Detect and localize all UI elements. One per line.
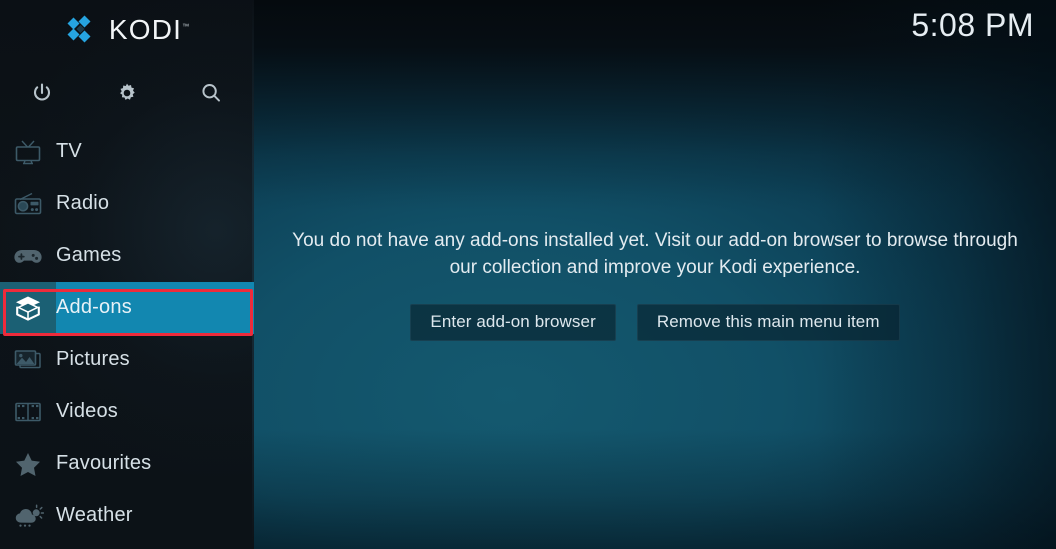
sidebar-item-tv[interactable]: TV bbox=[0, 126, 254, 178]
empty-state-message: You do not have any add-ons installed ye… bbox=[292, 230, 1018, 278]
search-button[interactable] bbox=[169, 66, 254, 120]
sidebar-item-label: Videos bbox=[56, 400, 118, 422]
power-button[interactable] bbox=[0, 66, 85, 120]
sidebar-item-games[interactable]: Games bbox=[0, 230, 254, 282]
kodi-logo-text: KODI™ bbox=[108, 14, 190, 45]
sidebar-item-pictures[interactable]: Pictures bbox=[0, 334, 254, 386]
sidebar-item-label: Pictures bbox=[56, 348, 130, 370]
main-content: You do not have any add-ons installed ye… bbox=[254, 0, 1056, 549]
sidebar-item-videos[interactable]: Videos bbox=[0, 386, 254, 438]
pictures-icon bbox=[0, 334, 56, 386]
addon-box-icon bbox=[0, 282, 56, 334]
remove-main-menu-item-button[interactable]: Remove this main menu item bbox=[636, 303, 900, 341]
sidebar-menu: TV Radio Games Add-ons Pictures Videos F… bbox=[0, 126, 254, 542]
sidebar-item-addons[interactable]: Add-ons bbox=[0, 282, 254, 334]
sidebar: KODI™ TV Radio Games Add-ons Pictures Vi… bbox=[0, 0, 254, 549]
radio-icon bbox=[0, 178, 56, 230]
sidebar-item-favourites[interactable]: Favourites bbox=[0, 438, 254, 490]
kodi-home-screen: 5:08 PM You do not have any add-ons inst… bbox=[0, 0, 1056, 549]
gamepad-icon bbox=[0, 230, 56, 282]
settings-button[interactable] bbox=[85, 66, 170, 120]
search-icon bbox=[202, 84, 221, 102]
sidebar-toolbar bbox=[0, 66, 254, 120]
sidebar-item-label: Favourites bbox=[56, 452, 152, 474]
kodi-logo: KODI™ bbox=[0, 8, 254, 50]
sidebar-item-label: TV bbox=[56, 140, 82, 162]
empty-state: You do not have any add-ons installed ye… bbox=[284, 228, 1026, 341]
trademark-symbol: ™ bbox=[182, 23, 190, 31]
weather-icon bbox=[0, 490, 56, 542]
sidebar-item-radio[interactable]: Radio bbox=[0, 178, 254, 230]
sidebar-item-label: Add-ons bbox=[56, 296, 132, 318]
film-strip-icon bbox=[0, 386, 56, 438]
tv-icon bbox=[0, 126, 56, 178]
empty-state-actions: Enter add-on browser Remove this main me… bbox=[410, 303, 900, 341]
sidebar-item-label: Weather bbox=[56, 504, 133, 526]
sidebar-item-label: Games bbox=[56, 244, 122, 266]
enter-addon-browser-button[interactable]: Enter add-on browser bbox=[410, 303, 616, 341]
star-icon bbox=[0, 438, 56, 490]
kodi-logo-icon bbox=[67, 15, 91, 43]
power-icon bbox=[34, 83, 51, 101]
gear-icon bbox=[119, 83, 135, 100]
sidebar-item-weather[interactable]: Weather bbox=[0, 490, 254, 542]
sidebar-item-label: Radio bbox=[56, 192, 110, 214]
